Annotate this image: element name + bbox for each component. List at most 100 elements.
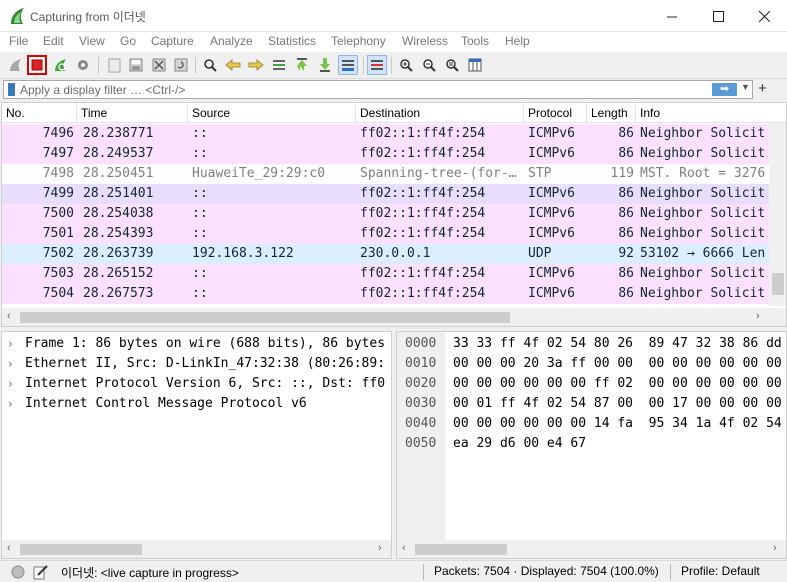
restart-capture-button[interactable] bbox=[50, 55, 70, 75]
packet-row[interactable]: 7501 28.254393:: ff02::1:ff4f:254 ICMPv6 86 N… bbox=[2, 224, 769, 244]
display-filter-input[interactable] bbox=[20, 81, 710, 98]
minimize-button[interactable] bbox=[649, 0, 695, 32]
resize-columns-icon bbox=[468, 58, 482, 72]
scroll-left-icon[interactable]: ‹ bbox=[7, 542, 11, 554]
column-header-length[interactable]: Length bbox=[591, 106, 628, 120]
column-header-time[interactable]: Time bbox=[81, 106, 107, 120]
menu-view[interactable]: View bbox=[79, 34, 105, 48]
apply-filter-button[interactable]: ➡ bbox=[712, 83, 737, 96]
go-forward-button[interactable] bbox=[246, 55, 266, 75]
bytes-horizontal-scrollbar[interactable]: ‹ › bbox=[397, 540, 786, 558]
chevron-right-icon[interactable]: › bbox=[8, 334, 13, 354]
scroll-right-icon[interactable]: › bbox=[378, 542, 382, 554]
hex-bytes[interactable]: 00 00 00 20 3a ff 00 00 00 00 00 00 00 0… bbox=[453, 354, 782, 374]
menu-statistics[interactable]: Statistics bbox=[268, 34, 316, 48]
find-packet-button[interactable] bbox=[200, 55, 220, 75]
details-tree-item[interactable]: › Internet Protocol Version 6, Src: ::, D… bbox=[2, 374, 391, 394]
scrollbar-thumb[interactable] bbox=[772, 273, 784, 295]
scrollbar-thumb[interactable] bbox=[415, 544, 507, 555]
packet-row[interactable]: 7497 28.249537:: ff02::1:ff4f:254 ICMPv6 86 N… bbox=[2, 144, 769, 164]
scrollbar-thumb[interactable] bbox=[20, 312, 510, 323]
menu-capture[interactable]: Capture bbox=[151, 34, 194, 48]
details-horizontal-scrollbar[interactable]: ‹ › bbox=[2, 540, 391, 558]
normal-size-button[interactable] bbox=[442, 55, 462, 75]
details-tree-item[interactable]: › Internet Control Message Protocol v6 bbox=[2, 394, 391, 414]
column-divider[interactable] bbox=[523, 103, 524, 123]
reload-file-button[interactable] bbox=[171, 55, 191, 75]
bookmark-icon[interactable] bbox=[8, 83, 15, 96]
cell-info: Neighbor Solicit bbox=[640, 266, 766, 281]
packet-row[interactable]: 7496 28.238771:: ff02::1:ff4f:254 ICMPv6 86 N… bbox=[2, 124, 769, 144]
auto-scroll-button[interactable] bbox=[338, 55, 358, 75]
menu-analyze[interactable]: Analyze bbox=[210, 34, 253, 48]
scroll-right-icon[interactable]: › bbox=[756, 310, 760, 322]
details-tree-item[interactable]: › Frame 1: 86 bytes on wire (688 bits), 8… bbox=[2, 334, 391, 354]
hex-bytes[interactable]: 00 00 00 00 00 00 ff 02 00 00 00 00 00 0… bbox=[453, 374, 782, 394]
column-header-protocol[interactable]: Protocol bbox=[528, 106, 572, 120]
go-back-button[interactable] bbox=[223, 55, 243, 75]
colorize-button[interactable] bbox=[367, 55, 387, 75]
packet-row[interactable]: 7500 28.254038:: ff02::1:ff4f:254 ICMPv6 86 N… bbox=[2, 204, 769, 224]
menu-go[interactable]: Go bbox=[120, 34, 136, 48]
hex-bytes[interactable]: 00 00 00 00 00 00 14 fa 95 34 1a 4f 02 5… bbox=[453, 414, 782, 434]
details-tree-item[interactable]: › Ethernet II, Src: D-LinkIn_47:32:38 (80… bbox=[2, 354, 391, 374]
menu-edit[interactable]: Edit bbox=[43, 34, 64, 48]
column-header-no[interactable]: No. bbox=[6, 106, 25, 120]
menu-help[interactable]: Help bbox=[505, 34, 530, 48]
packet-list-vertical-scrollbar[interactable] bbox=[769, 123, 786, 306]
close-button[interactable] bbox=[741, 0, 787, 32]
go-to-packet-button[interactable] bbox=[269, 55, 289, 75]
resize-columns-button[interactable] bbox=[465, 55, 485, 75]
hex-bytes[interactable]: 00 01 ff 4f 02 54 87 00 00 17 00 00 00 0… bbox=[453, 394, 782, 414]
main-toolbar bbox=[0, 52, 787, 79]
add-filter-button[interactable]: + bbox=[758, 81, 767, 96]
start-capture-button[interactable] bbox=[5, 55, 25, 75]
menu-file[interactable]: File bbox=[9, 34, 28, 48]
column-divider[interactable] bbox=[635, 103, 636, 123]
close-file-button[interactable] bbox=[149, 55, 169, 75]
display-filter-box: ➡ ▼ bbox=[3, 80, 753, 99]
hex-bytes[interactable]: ea 29 d6 00 e4 67 bbox=[453, 434, 586, 454]
chevron-right-icon[interactable]: › bbox=[8, 394, 13, 414]
stop-capture-button[interactable] bbox=[27, 55, 47, 75]
column-divider[interactable] bbox=[586, 103, 587, 123]
arrow-left-icon bbox=[225, 59, 241, 71]
column-divider[interactable] bbox=[187, 103, 188, 123]
profile-status[interactable]: Profile: Default bbox=[681, 564, 760, 578]
first-packet-button[interactable] bbox=[292, 55, 312, 75]
scroll-left-icon[interactable]: ‹ bbox=[7, 310, 11, 322]
packet-row[interactable]: 7499 28.251401:: ff02::1:ff4f:254 ICMPv6 86 N… bbox=[2, 184, 769, 204]
column-header-destination[interactable]: Destination bbox=[360, 106, 420, 120]
hex-bytes[interactable]: 33 33 ff 4f 02 54 80 26 89 47 32 38 86 d… bbox=[453, 334, 782, 354]
last-packet-button[interactable] bbox=[315, 55, 335, 75]
save-file-button[interactable] bbox=[126, 55, 146, 75]
column-header-source[interactable]: Source bbox=[192, 106, 230, 120]
chevron-down-icon[interactable]: ▼ bbox=[741, 82, 750, 92]
zoom-out-button[interactable] bbox=[419, 55, 439, 75]
menu-wireless[interactable]: Wireless bbox=[402, 34, 448, 48]
maximize-button[interactable] bbox=[695, 0, 741, 32]
scrollbar-thumb[interactable] bbox=[20, 544, 142, 555]
packet-row[interactable]: 7502 28.263739 192.168.3.122 230.0.0.1 UDP 92… bbox=[2, 244, 769, 264]
open-file-button[interactable] bbox=[104, 55, 124, 75]
packet-list-horizontal-scrollbar[interactable]: ‹ › bbox=[2, 308, 786, 326]
edit-comment-icon[interactable] bbox=[33, 564, 49, 580]
capture-options-button[interactable] bbox=[73, 55, 93, 75]
packet-row[interactable]: 7498 28.250451 HuaweiTe_29:29:c0 Spanning-t… bbox=[2, 164, 769, 184]
scroll-left-icon[interactable]: ‹ bbox=[402, 542, 406, 554]
packet-row[interactable]: 7503 28.265152:: ff02::1:ff4f:254 ICMPv6 86 N… bbox=[2, 264, 769, 284]
cell-protocol: UDP bbox=[528, 246, 552, 261]
menu-telephony[interactable]: Telephony bbox=[331, 34, 386, 48]
scroll-right-icon[interactable]: › bbox=[773, 542, 777, 554]
status-separator bbox=[670, 564, 671, 580]
expert-info-icon[interactable] bbox=[11, 565, 25, 579]
chevron-right-icon[interactable]: › bbox=[8, 374, 13, 394]
packet-row[interactable]: 7504 28.267573:: ff02::1:ff4f:254 ICMPv6 86 N… bbox=[2, 284, 769, 304]
menu-tools[interactable]: Tools bbox=[461, 34, 489, 48]
column-divider[interactable] bbox=[355, 103, 356, 123]
column-divider[interactable] bbox=[76, 103, 77, 123]
chevron-right-icon[interactable]: › bbox=[8, 354, 13, 374]
column-header-info[interactable]: Info bbox=[640, 106, 660, 120]
zoom-in-button[interactable] bbox=[396, 55, 416, 75]
arrow-right-icon bbox=[248, 59, 264, 71]
